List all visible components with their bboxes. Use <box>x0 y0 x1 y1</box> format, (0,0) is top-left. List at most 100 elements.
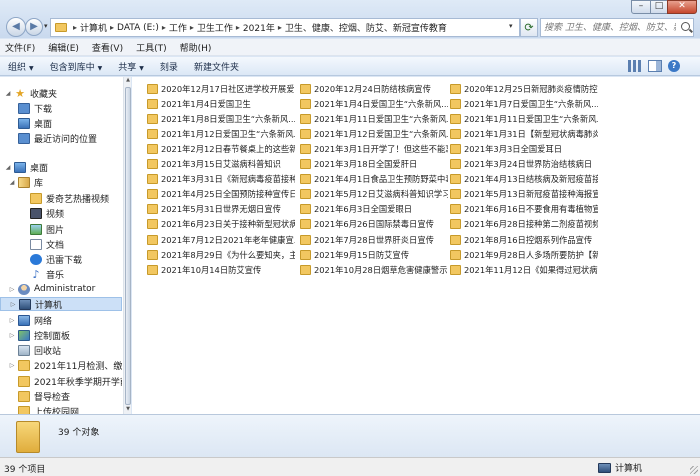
sidebar-item[interactable]: ◢ ★ 收藏夹 <box>0 86 122 100</box>
menu-item[interactable]: 文件(F) <box>5 41 35 54</box>
navigation-scrollbar[interactable]: ▲ ▼ <box>123 77 131 414</box>
file-item[interactable]: 2021年9月28日人多场所要防护【新... <box>450 248 598 261</box>
forward-button[interactable]: ▶ <box>25 18 43 36</box>
expanded-triangle-icon[interactable]: ◢ <box>4 90 12 97</box>
sidebar-item[interactable]: ▷ 控制面板 <box>0 328 122 342</box>
file-item[interactable]: 2021年3月15日艾滋病科普知识 <box>147 158 295 171</box>
sidebar-item[interactable]: 文档 <box>0 237 122 251</box>
file-item[interactable]: 2021年6月16日不要食用有毒植物宣... <box>450 203 598 216</box>
sidebar-item[interactable]: ▷ 计算机 <box>0 297 122 311</box>
sidebar-item[interactable]: 2021年秋季学期开学前防 <box>0 374 122 388</box>
file-item[interactable]: 2021年4月1日食品卫生预防野菜中毒 <box>300 173 448 186</box>
file-item[interactable]: 2021年7月28日世界肝炎日宣传 <box>300 233 448 246</box>
file-item[interactable]: 2021年10月14日防艾宣传 <box>147 263 295 276</box>
collapsed-triangle-icon[interactable]: ▷ <box>8 332 16 339</box>
file-item[interactable]: 2020年12月17日社区进学校开展爱... <box>147 82 295 95</box>
file-item[interactable]: 2020年12月24日防结核病宣传 <box>300 82 448 95</box>
file-item[interactable]: 2021年1月4日爱国卫生 <box>147 97 295 110</box>
file-item[interactable]: 2021年9月15日防艾宣传 <box>300 248 448 261</box>
file-item[interactable]: 2021年6月3日全国爱眼日 <box>300 203 448 216</box>
scroll-thumb[interactable] <box>125 87 131 405</box>
toolbar-button[interactable]: 刻录 <box>160 60 178 73</box>
file-item[interactable]: 2021年3月24日世界防治结核病日 <box>450 158 598 171</box>
expanded-triangle-icon[interactable]: ◢ <box>8 179 16 186</box>
file-item[interactable]: 2021年1月4日爱国卫生“六条新风... <box>300 97 448 110</box>
menu-item[interactable]: 编辑(E) <box>48 41 79 54</box>
toolbar-button[interactable]: 组织 ▼ <box>8 60 34 73</box>
file-item[interactable]: 2021年4月13日结核病及新冠疫苗接... <box>450 173 598 186</box>
address-dropdown-icon[interactable]: ▾ <box>509 22 513 30</box>
collapsed-triangle-icon[interactable]: ▷ <box>8 286 16 293</box>
file-item[interactable]: 2020年12月25日新冠肺炎疫情防控... <box>450 82 598 95</box>
breadcrumb-item[interactable]: DATA (E:) <box>117 23 159 33</box>
sidebar-item[interactable]: ▷ Administrator <box>0 282 122 296</box>
sidebar-item[interactable]: 最近访问的位置 <box>0 131 122 145</box>
sidebar-item[interactable]: 督导检查 <box>0 389 122 403</box>
recent-pages-dropdown-icon[interactable]: ▾ <box>44 22 48 30</box>
breadcrumb-item[interactable]: 卫生、健康、控烟、防艾、新冠宣传教育 <box>285 21 447 34</box>
collapsed-triangle-icon[interactable]: ▷ <box>9 301 17 308</box>
sidebar-item[interactable]: 上传校园网 <box>0 404 122 414</box>
change-view-icon[interactable] <box>628 60 642 72</box>
sidebar-item[interactable]: 桌面 <box>0 116 122 130</box>
sidebar-item[interactable]: ◢ 库 <box>0 175 122 189</box>
back-button[interactable]: ◀ <box>6 17 26 37</box>
file-item[interactable]: 2021年6月23日关于接种新型冠状病... <box>147 218 295 231</box>
search-box[interactable] <box>540 18 694 37</box>
file-item[interactable]: 2021年5月31日世界无烟日宣传 <box>147 203 295 216</box>
breadcrumb-item[interactable]: 卫生工作 <box>197 21 233 34</box>
address-bar[interactable]: ▸ 计算机 ▸ DATA (E:) ▸ 工作 ▸ 卫生工作 ▸ 2021年 ▸ 卫生、健康、控烟、防艾… <box>50 18 520 37</box>
file-item[interactable]: 2021年6月28日接种第二剂疫苗视频 <box>450 218 598 231</box>
sidebar-item[interactable]: ◢ 桌面 <box>0 160 122 174</box>
file-item[interactable]: 2021年2月12日春节餐桌上的这些新... <box>147 142 295 155</box>
breadcrumb-separator-icon[interactable]: ▸ <box>162 23 166 32</box>
file-item[interactable]: 2021年1月12日爱国卫生“六条新风... <box>147 127 295 140</box>
sidebar-item[interactable]: 视频 <box>0 206 122 220</box>
file-item[interactable]: 2021年8月29日《为什么要知夹，主... <box>147 248 295 261</box>
file-item[interactable]: 2021年4月25日全国预防接种宣传日 <box>147 188 295 201</box>
file-item[interactable]: 2021年1月12日爱国卫生“六条新风... <box>300 127 448 140</box>
menu-item[interactable]: 帮助(H) <box>180 41 212 54</box>
toolbar-button[interactable]: 共享 ▼ <box>118 60 144 73</box>
minimize-button[interactable]: – <box>631 0 651 14</box>
sidebar-item[interactable]: ▷ 2021年11月检测、缴停 <box>0 358 122 372</box>
help-icon[interactable]: ? <box>668 60 680 72</box>
refresh-button[interactable]: ⟳ <box>520 18 538 37</box>
sidebar-item[interactable]: 爱奇艺热播视频 <box>0 191 122 205</box>
file-item[interactable]: 2021年1月11日爱国卫生“六条新风... <box>300 112 448 125</box>
breadcrumb-separator-icon[interactable]: ▸ <box>278 23 282 32</box>
sidebar-item[interactable]: 下载 <box>0 101 122 115</box>
preview-pane-icon[interactable] <box>648 60 662 72</box>
file-item[interactable]: 2021年1月11日爱国卫生“六条新风... <box>450 112 598 125</box>
menu-item[interactable]: 工具(T) <box>136 41 167 54</box>
file-item[interactable]: 2021年1月31日【新型冠状病毒肺炎... <box>450 127 598 140</box>
breadcrumb-item[interactable]: 工作 <box>169 21 187 34</box>
breadcrumb-separator-icon[interactable]: ▸ <box>110 23 114 32</box>
search-input[interactable] <box>541 19 676 36</box>
file-item[interactable]: 2021年1月8日爱国卫生“六条新风... <box>147 112 295 125</box>
maximize-button[interactable]: □ <box>650 0 668 14</box>
scroll-down-icon[interactable]: ▼ <box>124 406 132 414</box>
expanded-triangle-icon[interactable]: ◢ <box>4 164 12 171</box>
sidebar-item[interactable]: ♪ 音乐 <box>0 267 122 281</box>
breadcrumb-separator-icon[interactable]: ▸ <box>190 23 194 32</box>
menu-item[interactable]: 查看(V) <box>92 41 123 54</box>
file-item[interactable]: 2021年7月12日2021年老年健康宣... <box>147 233 295 246</box>
file-item[interactable]: 2021年3月18日全国爱肝日 <box>300 158 448 171</box>
file-item[interactable]: 2021年6月26日国际禁毒日宣传 <box>300 218 448 231</box>
file-item[interactable]: 2021年11月12日《如果得过冠状病... <box>450 263 598 276</box>
toolbar-button[interactable]: 包含到库中 ▼ <box>50 60 103 73</box>
breadcrumb-item[interactable]: 2021年 <box>243 21 275 34</box>
resize-grip[interactable] <box>690 466 698 474</box>
breadcrumb-separator-icon[interactable]: ▸ <box>73 23 77 32</box>
file-item[interactable]: 2021年5月12日艾滋病科普知识学习 <box>300 188 448 201</box>
breadcrumb-separator-icon[interactable]: ▸ <box>236 23 240 32</box>
sidebar-item[interactable]: 迅雷下载 <box>0 252 122 266</box>
file-item[interactable]: 2021年3月1日开学了！但这些不能忘 <box>300 142 448 155</box>
toolbar-button[interactable]: 新建文件夹 <box>194 60 239 73</box>
close-button[interactable]: ✕ <box>667 0 697 14</box>
collapsed-triangle-icon[interactable]: ▷ <box>8 317 16 324</box>
scroll-up-icon[interactable]: ▲ <box>124 77 132 85</box>
file-item[interactable]: 2021年8月16日控烟系列作品宣传 <box>450 233 598 246</box>
sidebar-item[interactable]: ▷ 网络 <box>0 313 122 327</box>
